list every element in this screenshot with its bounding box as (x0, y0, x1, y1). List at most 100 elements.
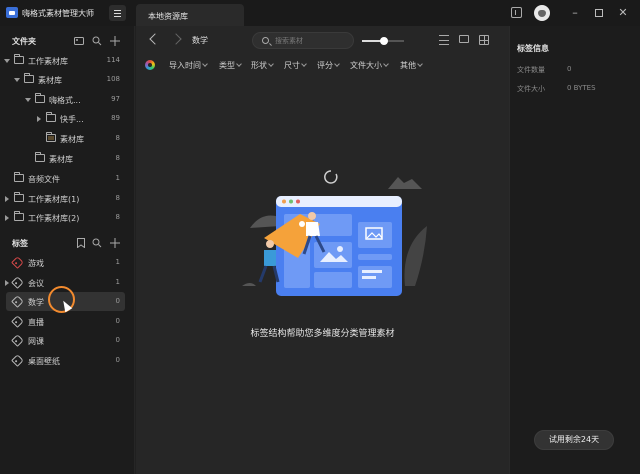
tag-icon (11, 334, 24, 347)
tag-item-online-class[interactable]: 网课 0 (0, 331, 132, 350)
breadcrumb: 数学 (192, 36, 208, 45)
tag-count: 0 (115, 356, 120, 364)
folder-label: 素材库 (60, 135, 84, 144)
chevron-down-icon[interactable] (25, 98, 31, 102)
minimize-icon[interactable]: – (568, 6, 582, 20)
search-icon[interactable] (92, 36, 102, 46)
folder-item[interactable]: 快手... 89 (0, 109, 132, 128)
back-arrow-icon[interactable] (149, 33, 161, 45)
chevron-right-icon[interactable] (37, 116, 41, 122)
folder-item[interactable]: 工作素材库 114 (0, 51, 132, 70)
chevron-right-icon[interactable] (5, 215, 9, 221)
sort-icon[interactable] (439, 35, 449, 45)
tag-icon (11, 256, 24, 269)
tag-count: 1 (115, 258, 120, 266)
tags-title: 标签 (12, 239, 28, 248)
user-avatar[interactable] (534, 5, 550, 21)
folder-count: 89 (111, 114, 120, 122)
tag-icon (11, 354, 24, 367)
tag-label: 数学 (28, 298, 44, 307)
tab-local-library[interactable]: 本地资源库 (136, 4, 244, 26)
folder-label: 嗨格式... (49, 96, 81, 105)
tag-icon (11, 276, 24, 289)
folder-count: 1 (115, 174, 120, 182)
folder-label: 素材库 (49, 155, 73, 164)
sidebar: 文件夹 工作素材库 114 素材库 108 嗨格式... 97 快手... 89… (0, 26, 135, 474)
empty-state-illustration (242, 170, 427, 296)
folder-icon (14, 211, 24, 221)
close-icon[interactable]: ✕ (616, 6, 630, 20)
tag-icon (11, 315, 24, 328)
filter-size[interactable]: 尺寸 (284, 60, 306, 71)
menu-button[interactable] (109, 5, 126, 21)
tag-item-wallpaper[interactable]: 桌面壁纸 0 (0, 351, 132, 370)
search-input[interactable] (275, 36, 347, 46)
chevron-down-icon[interactable] (14, 78, 20, 82)
filter-shape[interactable]: 形状 (251, 60, 273, 71)
tab-label: 本地资源库 (148, 12, 188, 21)
folder-item[interactable]: 素材库 8 (0, 129, 132, 148)
search-box[interactable] (252, 32, 354, 49)
file-count-label: 文件数量 (517, 66, 545, 74)
folder-count: 8 (115, 213, 120, 221)
folder-item[interactable]: 工作素材库(2) 8 (0, 208, 132, 227)
chevron-right-icon[interactable] (5, 280, 9, 286)
library-folder-icon (46, 132, 56, 142)
tag-icon (11, 295, 24, 308)
forward-arrow-icon[interactable] (170, 33, 182, 45)
file-count-value: 0 (567, 65, 572, 73)
add-tag-icon[interactable] (110, 238, 120, 248)
filter-other[interactable]: 其他 (400, 60, 422, 71)
folder-icon (35, 152, 45, 162)
tag-count: 0 (115, 297, 120, 305)
app-name: 嗨格式素材管理大师 (22, 9, 94, 18)
folder-item[interactable]: 工作素材库(1) 8 (0, 189, 132, 208)
folder-count: 108 (106, 75, 120, 83)
main-content: 数学 导入时间 类型 形状 尺寸 评分 文件大小 其他 (136, 26, 509, 474)
search-icon (262, 37, 269, 44)
monitor-icon[interactable] (459, 35, 469, 43)
folder-icon (14, 192, 24, 202)
filter-rating[interactable]: 评分 (317, 60, 339, 71)
file-size-value: 0 BYTES (567, 84, 596, 92)
zoom-slider-knob[interactable] (380, 37, 388, 45)
filter-import-time[interactable]: 导入时间 (169, 60, 207, 71)
tag-count: 1 (115, 278, 120, 286)
filter-type[interactable]: 类型 (219, 60, 241, 71)
trial-remaining-button[interactable]: 试用剩余24天 (534, 430, 614, 450)
folder-item[interactable]: 音频文件 1 (0, 169, 132, 188)
folder-count: 8 (115, 134, 120, 142)
filter-file-size[interactable]: 文件大小 (350, 60, 388, 71)
zoom-slider[interactable] (362, 37, 404, 45)
folder-label: 工作素材库 (28, 57, 68, 66)
tag-label: 会议 (28, 279, 44, 288)
folder-item[interactable]: 素材库 108 (0, 70, 132, 89)
folders-header: 文件夹 (0, 32, 135, 50)
title-bar: 嗨格式素材管理大师 本地资源库 – ✕ (0, 0, 640, 26)
maximize-icon[interactable] (592, 6, 606, 20)
tag-count: 0 (115, 336, 120, 344)
panel-title: 标签信息 (517, 44, 549, 53)
folder-icon (14, 172, 24, 182)
sidebar-toggle-icon[interactable] (511, 7, 522, 18)
color-filter-icon[interactable] (145, 60, 155, 70)
image-folder-icon[interactable] (74, 36, 84, 46)
grid-view-icon[interactable] (479, 35, 489, 45)
folder-item[interactable]: 素材库 8 (0, 149, 132, 168)
folder-count: 114 (106, 56, 120, 64)
add-folder-icon[interactable] (110, 36, 120, 46)
tag-item-live[interactable]: 直播 0 (0, 312, 132, 331)
bookmark-icon[interactable] (76, 238, 86, 248)
search-icon[interactable] (92, 238, 102, 248)
chevron-right-icon[interactable] (5, 196, 9, 202)
folder-label: 素材库 (38, 76, 62, 85)
tag-label: 游戏 (28, 259, 44, 268)
folder-icon (14, 54, 24, 64)
tag-label: 直播 (28, 318, 44, 327)
folder-count: 97 (111, 95, 120, 103)
chevron-down-icon[interactable] (4, 59, 10, 63)
tag-label: 桌面壁纸 (28, 357, 60, 366)
tag-item-game[interactable]: 游戏 1 (0, 253, 132, 272)
folders-title: 文件夹 (12, 37, 36, 46)
folder-item[interactable]: 嗨格式... 97 (0, 90, 132, 109)
